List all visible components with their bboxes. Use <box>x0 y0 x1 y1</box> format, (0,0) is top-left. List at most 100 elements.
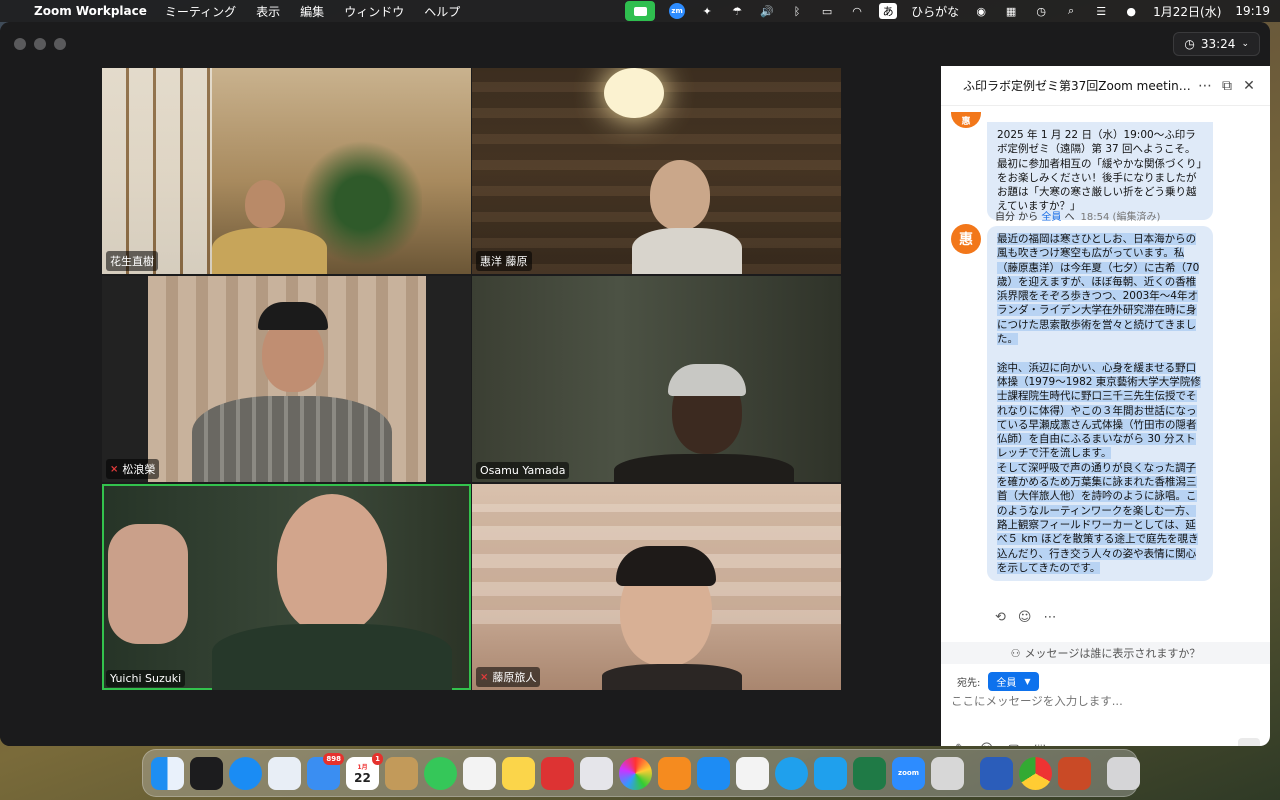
participant-name-label: ⨯ 松浪榮 <box>106 459 160 479</box>
participant-head <box>277 494 387 634</box>
skype-icon[interactable] <box>775 756 808 790</box>
video-tile[interactable]: Osamu Yamada <box>472 276 841 482</box>
close-window-button[interactable] <box>14 38 26 50</box>
battery-icon[interactable]: ▭ <box>819 4 835 18</box>
clock-icon: ◷ <box>1184 37 1195 51</box>
message-text: そして深呼吸で声の通りが良くなった調子を確かめるため万葉集に詠まれた香椎潟三首（… <box>997 461 1199 574</box>
message-text: 2025 年 1 月 22 日（水）19:00～ふ印ラボ定例ゼミ（遠隔）第 37… <box>997 129 1202 213</box>
file-attach-icon[interactable]: ▢ <box>1007 742 1019 746</box>
input-method-icon[interactable]: あ <box>879 3 898 19</box>
volume-icon[interactable]: 🔊 <box>759 4 775 18</box>
menu-help[interactable]: ヘルプ <box>424 3 460 20</box>
menubar-time[interactable]: 19:19 <box>1235 4 1270 18</box>
participant-body <box>632 228 742 274</box>
participant-body <box>212 228 327 274</box>
title-bar: ◷ 33:24 ⌄ <box>0 22 1270 66</box>
mic-muted-icon: ⨯ <box>480 671 489 683</box>
caret-down-icon: ▼ <box>1024 677 1031 686</box>
message-visibility-link[interactable]: ⚇ メッセージは誰に表示されますか？ <box>941 642 1270 664</box>
wifi-icon[interactable]: ◠ <box>849 4 865 18</box>
sender-avatar: 惠 <box>951 224 981 254</box>
video-tile[interactable]: 花生直樹 <box>102 68 471 274</box>
send-icon[interactable]: ➤ <box>1238 738 1260 746</box>
zoom-app-icon[interactable]: zoom <box>892 756 925 790</box>
calendar-day: 22 <box>354 770 371 785</box>
messages-icon[interactable] <box>424 756 457 790</box>
control-center-icon[interactable]: ☰ <box>1093 4 1109 18</box>
preview-icon[interactable] <box>268 756 301 790</box>
launchpad-icon[interactable] <box>580 756 613 790</box>
menubar-date[interactable]: 1月22日(水) <box>1153 3 1221 20</box>
menu-view[interactable]: 表示 <box>256 3 280 20</box>
mail-icon[interactable]: 898 <box>307 752 344 790</box>
safari-icon[interactable] <box>229 756 262 790</box>
chat-message-input[interactable] <box>951 694 1251 708</box>
more-actions-icon[interactable]: ⋯ <box>1043 610 1056 625</box>
recipient-dropdown[interactable]: 全員 ▼ <box>988 672 1039 691</box>
format-text-icon[interactable]: ✎ <box>955 742 966 746</box>
siri-icon[interactable]: ● <box>1123 4 1139 18</box>
close-chat-icon[interactable]: ✕ <box>1238 78 1260 94</box>
skype-alt-icon[interactable] <box>814 756 847 790</box>
emoji-icon[interactable]: ☺ <box>980 742 994 746</box>
word-icon[interactable] <box>980 756 1013 790</box>
menu-meeting[interactable]: ミーティング <box>165 3 236 20</box>
input-mode-label[interactable]: ひらがな <box>911 3 959 20</box>
participant-body <box>602 664 742 690</box>
chat-panel: ふ印ラボ定例ゼミ第37回Zoom meeting in... ⋯ ⧉ ✕ 惠 2… <box>941 66 1270 746</box>
fullscreen-window-button[interactable] <box>54 38 66 50</box>
app-store-icon[interactable] <box>697 756 730 790</box>
contacts-icon[interactable] <box>385 756 418 790</box>
chat-message-previous[interactable]: 2025 年 1 月 22 日（水）19:00～ふ印ラボ定例ゼミ（遠隔）第 37… <box>987 122 1213 220</box>
minimize-window-button[interactable] <box>34 38 46 50</box>
excel-icon[interactable] <box>853 756 886 790</box>
chat-message[interactable]: 最近の福岡は寒さひとしお、日本海からの風も吹きつけ寒空も広がっています。私（藤原… <box>987 226 1213 582</box>
finder-icon[interactable] <box>151 756 184 790</box>
video-tile[interactable]: ⨯ 松浪榮 <box>102 276 471 482</box>
app-menu[interactable]: Zoom Workplace <box>34 4 147 18</box>
bluetooth-icon[interactable]: ᛒ <box>789 4 805 18</box>
more-options-icon[interactable]: ⋯ <box>1194 78 1216 94</box>
books-icon[interactable] <box>658 756 691 790</box>
sender-avatar: 惠 <box>951 112 981 128</box>
reminders-icon[interactable] <box>736 756 769 790</box>
menu-edit[interactable]: 編集 <box>300 3 324 20</box>
photos-icon[interactable] <box>619 756 652 790</box>
time-machine-icon[interactable]: ◷ <box>1033 4 1049 18</box>
message-timestamp: 18:54 (編集済み) <box>1080 212 1161 223</box>
keyboard-icon[interactable]: ▦ <box>1003 4 1019 18</box>
message-actions: ⟲ ☺ ⋯ <box>995 610 1056 625</box>
video-tile[interactable]: ⨯ 藤原旅人 <box>472 484 841 690</box>
participant-name-label: ⨯ 藤原旅人 <box>476 667 541 687</box>
video-tile[interactable]: 惠洋 藤原 <box>472 68 841 274</box>
chrome-icon[interactable] <box>1019 756 1052 790</box>
maps-icon[interactable] <box>463 756 496 790</box>
zoom-menubar-icon[interactable]: zm <box>669 3 686 19</box>
meeting-timer[interactable]: ◷ 33:24 ⌄ <box>1173 32 1260 56</box>
dropbox-icon[interactable]: ✦ <box>699 4 715 18</box>
calendar-icon[interactable]: 1月 22 1 <box>346 752 383 790</box>
reply-icon[interactable]: ⟲ <box>995 610 1006 625</box>
powerpoint-icon[interactable] <box>1058 756 1091 790</box>
message-meta: 自分 から 全員 へ 18:54 (編集済み) <box>995 208 1160 223</box>
spotlight-search-icon[interactable]: ⌕ <box>1063 4 1079 18</box>
notes-icon[interactable] <box>502 756 535 790</box>
participant-body <box>614 454 794 482</box>
participant-body <box>192 396 392 482</box>
pop-out-icon[interactable]: ⧉ <box>1216 78 1238 94</box>
participant-name-label: Yuichi Suzuki <box>106 670 186 687</box>
menu-window[interactable]: ウィンドウ <box>344 3 404 20</box>
emoji-reaction-icon[interactable]: ☺ <box>1018 610 1032 625</box>
message-sender: 自分 から <box>995 212 1042 223</box>
calendar-badge: 1 <box>372 752 383 765</box>
message-recipient-link[interactable]: 全員 <box>1041 212 1061 223</box>
zoom-camera-status-icon[interactable] <box>625 1 656 21</box>
user-icon[interactable]: ◉ <box>973 4 989 18</box>
mission-control-icon[interactable] <box>190 756 223 790</box>
video-tile-active-speaker[interactable]: Yuichi Suzuki <box>102 484 471 690</box>
screenshot-icon[interactable]: ⬚ ⌄ <box>1034 742 1061 746</box>
trash-icon[interactable] <box>1107 756 1140 790</box>
drive-icon[interactable] <box>931 756 964 790</box>
photo-booth-icon[interactable] <box>541 756 574 790</box>
weather-icon[interactable]: ☂ <box>729 4 745 18</box>
